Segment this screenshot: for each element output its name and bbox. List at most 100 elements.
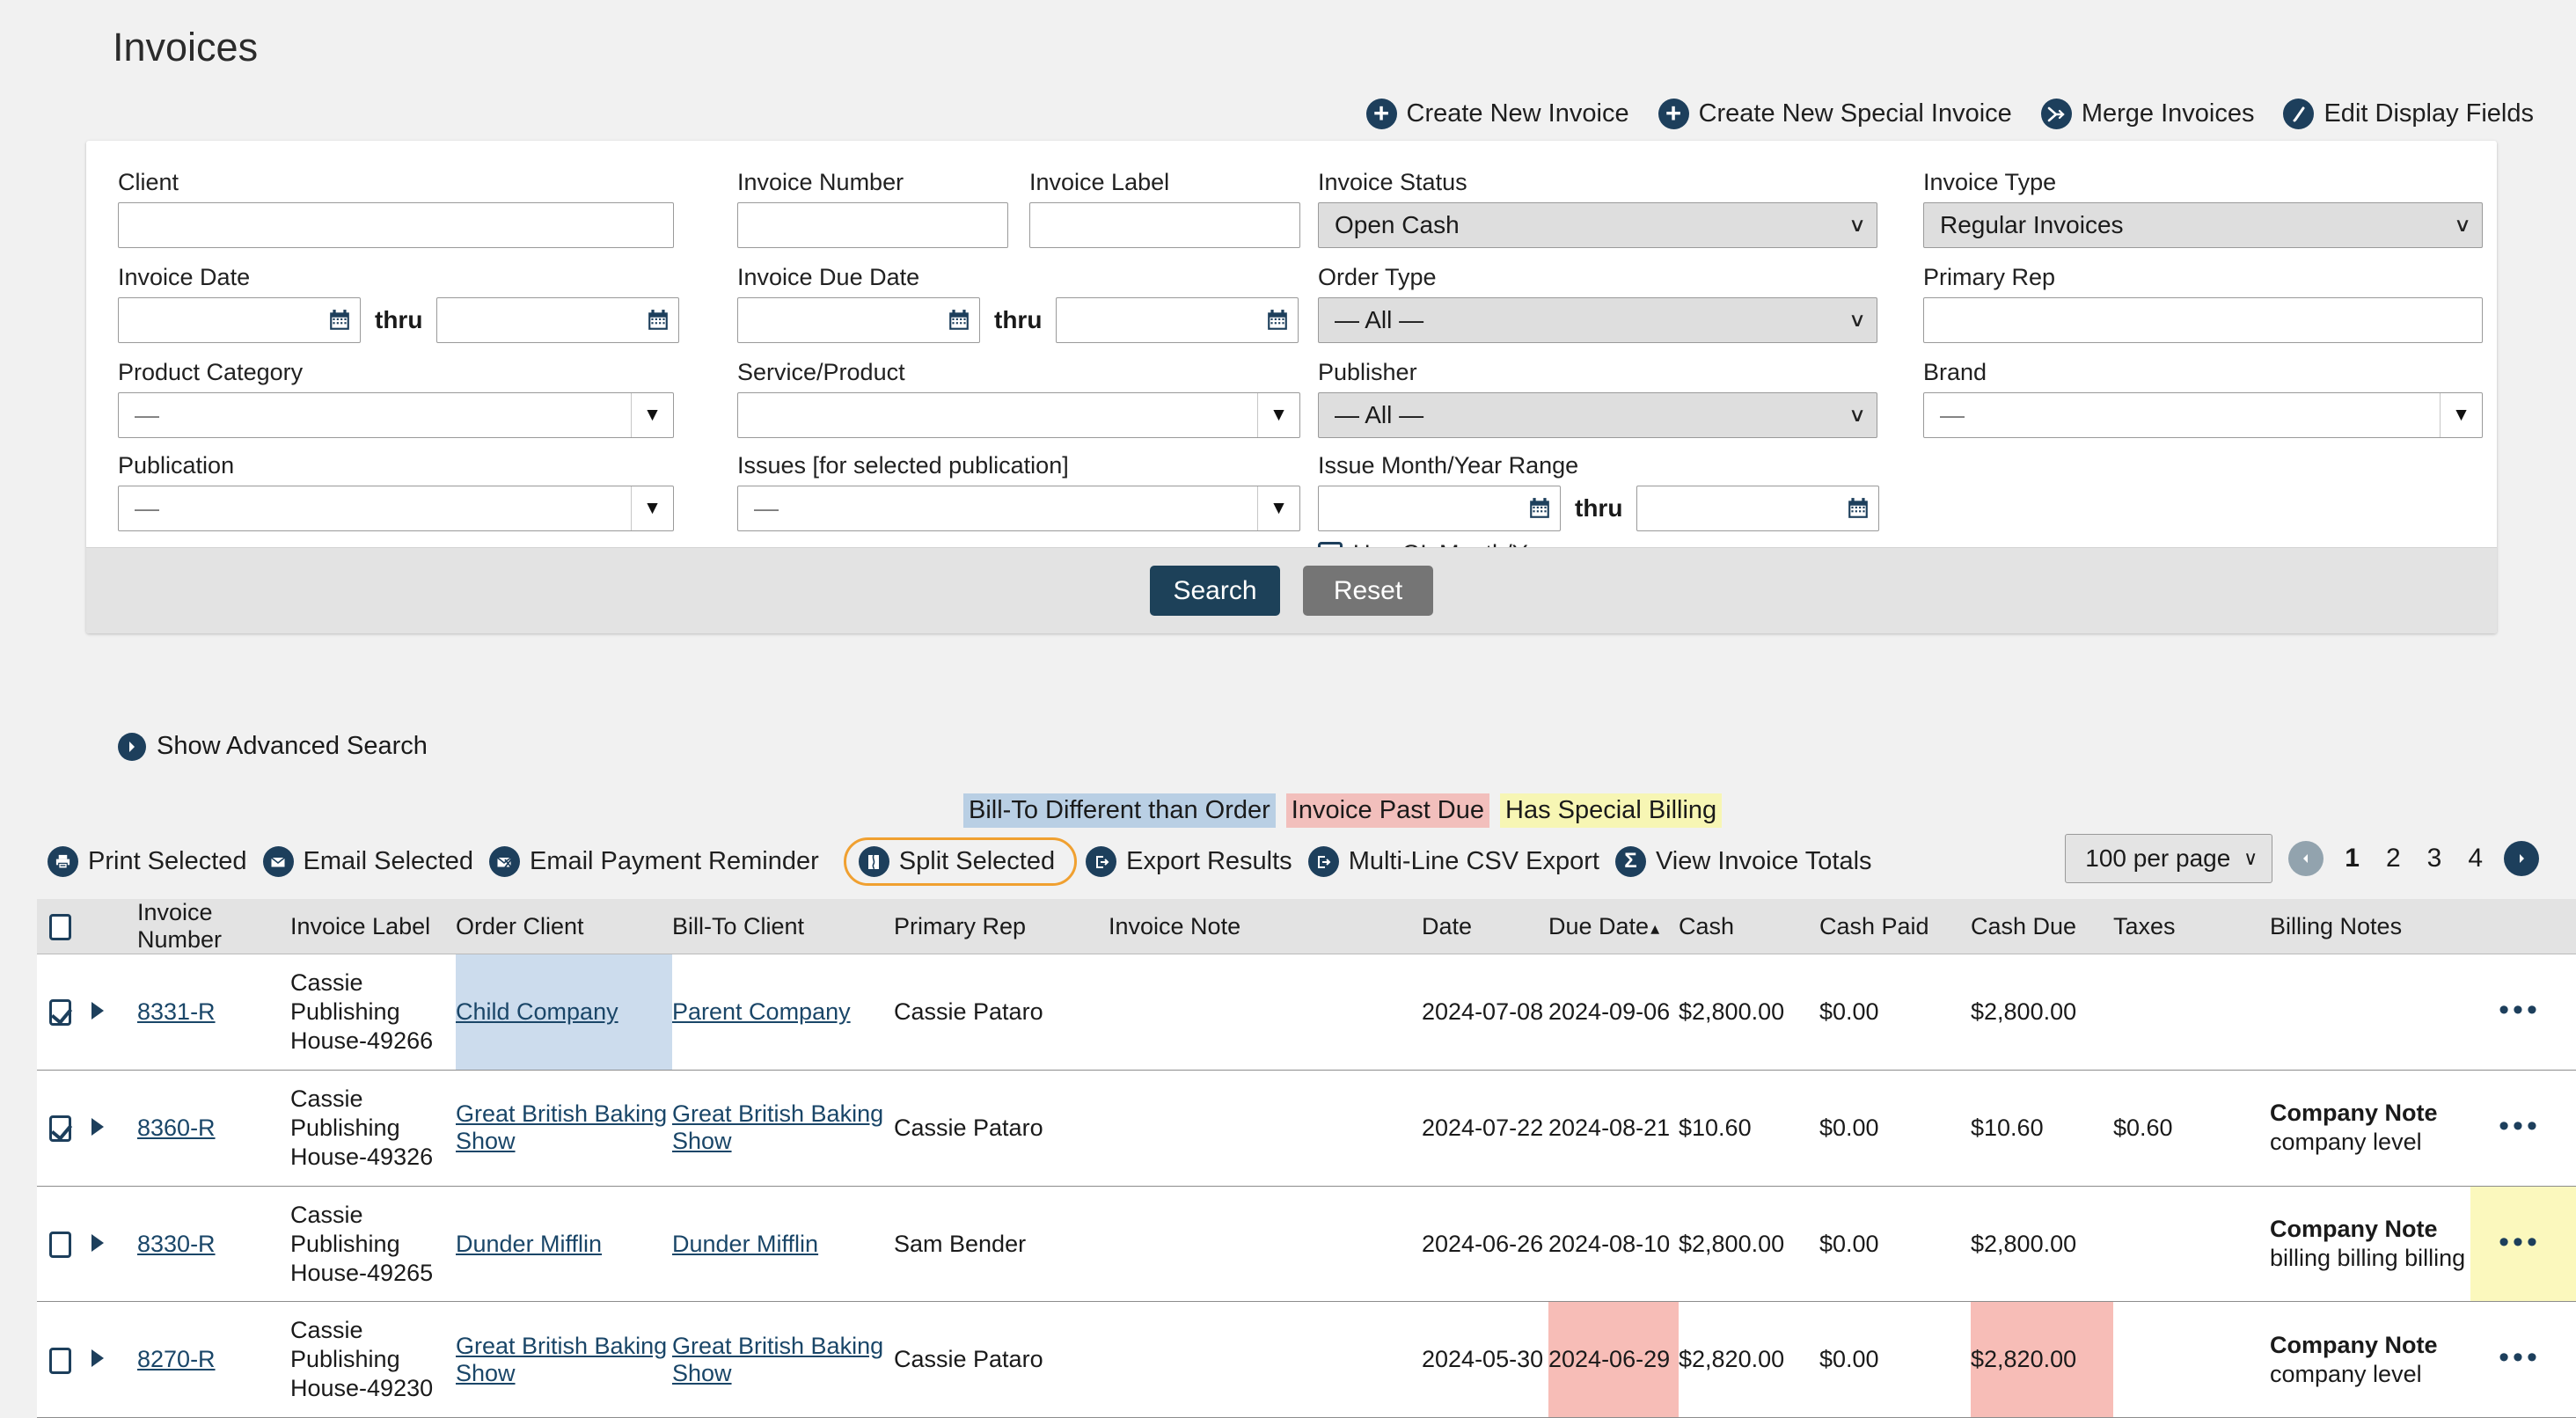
invoice-number-link[interactable]: 8330-R bbox=[137, 1231, 216, 1257]
merge-invoices-button[interactable]: Merge Invoices bbox=[2041, 99, 2255, 129]
caret-down-icon[interactable]: ▼ bbox=[631, 393, 673, 437]
cell-billing-notes: Company Note company level bbox=[2270, 1302, 2470, 1418]
view-invoice-totals-button[interactable]: Σ View Invoice Totals bbox=[1615, 846, 1888, 877]
caret-down-icon[interactable]: ▼ bbox=[1257, 393, 1299, 437]
col-billing-notes[interactable]: Billing Notes bbox=[2270, 899, 2470, 954]
issues-picker[interactable]: — ▼ bbox=[737, 486, 1300, 531]
row-menu-icon[interactable]: ••• bbox=[2499, 1225, 2541, 1259]
bill-to-client-link[interactable]: Dunder Mifflin bbox=[672, 1231, 818, 1257]
primary-rep-label: Primary Rep bbox=[1923, 264, 2483, 291]
col-order-client[interactable]: Order Client bbox=[456, 899, 672, 954]
invoice-number-input[interactable] bbox=[737, 202, 1008, 248]
bill-to-client-link[interactable]: Great British Baking Show bbox=[672, 1333, 883, 1386]
expand-triangle-icon[interactable] bbox=[91, 1118, 104, 1136]
primary-rep-input[interactable] bbox=[1923, 297, 2483, 343]
col-taxes[interactable]: Taxes bbox=[2113, 899, 2270, 954]
pagination-page-1[interactable]: 1 bbox=[2339, 844, 2365, 873]
cell-order-client: Great British Baking Show bbox=[456, 1302, 672, 1418]
product-category-picker[interactable]: — ▼ bbox=[118, 392, 674, 438]
expand-triangle-icon[interactable] bbox=[91, 1234, 104, 1252]
email-selected-button[interactable]: Email Selected bbox=[263, 846, 489, 877]
export-results-button[interactable]: Export Results bbox=[1086, 846, 1308, 877]
table-row: 8330-R Cassie Publishing House-49265 Dun… bbox=[37, 1186, 2576, 1302]
invoice-number-link[interactable]: 8360-R bbox=[137, 1115, 216, 1141]
invoice-status-select[interactable]: Open Cash ∨ bbox=[1318, 202, 1877, 248]
col-invoice-label[interactable]: Invoice Label bbox=[290, 899, 456, 954]
pagination-page-3[interactable]: 3 bbox=[2422, 844, 2448, 873]
sigma-icon: Σ bbox=[1615, 846, 1646, 877]
row-menu-icon[interactable]: ••• bbox=[2499, 993, 2541, 1027]
show-advanced-search-toggle[interactable]: Show Advanced Search bbox=[118, 732, 428, 761]
invoice-date-to-input[interactable] bbox=[436, 297, 679, 343]
row-select-checkbox[interactable] bbox=[49, 999, 71, 1026]
expand-triangle-icon[interactable] bbox=[91, 1349, 104, 1367]
invoice-number-link[interactable]: 8270-R bbox=[137, 1346, 216, 1372]
col-primary-rep[interactable]: Primary Rep bbox=[894, 899, 1109, 954]
pagination-prev-button[interactable] bbox=[2288, 841, 2324, 876]
invoice-label-input[interactable] bbox=[1029, 202, 1300, 248]
issue-month-year-to-input[interactable] bbox=[1636, 486, 1879, 531]
invoice-date-from-input[interactable] bbox=[118, 297, 361, 343]
service-product-picker[interactable]: ▼ bbox=[737, 392, 1300, 438]
per-page-select[interactable]: 100 per page ∨ bbox=[2065, 834, 2272, 883]
chevron-right-circle-icon bbox=[118, 733, 146, 761]
cell-invoice-number: 8360-R bbox=[137, 1070, 290, 1186]
email-payment-reminder-button[interactable]: Email Payment Reminder bbox=[489, 846, 835, 877]
publication-picker[interactable]: — ▼ bbox=[118, 486, 674, 531]
col-date[interactable]: Date bbox=[1422, 899, 1548, 954]
envelope-icon bbox=[263, 846, 294, 877]
client-label: Client bbox=[118, 169, 674, 196]
search-button[interactable]: Search bbox=[1150, 566, 1280, 616]
col-invoice-note[interactable]: Invoice Note bbox=[1109, 899, 1422, 954]
cell-due-date: 2024-09-06 bbox=[1548, 954, 1679, 1071]
col-cash-paid[interactable]: Cash Paid bbox=[1819, 899, 1971, 954]
col-due-date[interactable]: Due Date bbox=[1548, 899, 1679, 954]
edit-display-fields-button[interactable]: Edit Display Fields bbox=[2283, 99, 2534, 129]
select-all-checkbox[interactable] bbox=[49, 914, 71, 940]
order-client-link[interactable]: Great British Baking Show bbox=[456, 1333, 667, 1386]
chevron-down-icon: ∨ bbox=[1848, 309, 1866, 332]
col-cash[interactable]: Cash bbox=[1679, 899, 1819, 954]
invoice-due-date-to-input[interactable] bbox=[1056, 297, 1299, 343]
pagination-page-2[interactable]: 2 bbox=[2381, 844, 2406, 873]
order-client-link[interactable]: Dunder Mifflin bbox=[456, 1231, 602, 1257]
caret-down-icon[interactable]: ▼ bbox=[2440, 393, 2482, 437]
pagination: 100 per page ∨ 1 2 3 4 bbox=[2065, 834, 2539, 883]
order-type-select[interactable]: — All — ∨ bbox=[1318, 297, 1877, 343]
pagination-page-4[interactable]: 4 bbox=[2463, 844, 2488, 873]
reset-button[interactable]: Reset bbox=[1303, 566, 1433, 616]
row-select-checkbox[interactable] bbox=[49, 1115, 71, 1142]
merge-invoices-label: Merge Invoices bbox=[2082, 99, 2255, 128]
row-select-checkbox[interactable] bbox=[49, 1348, 71, 1374]
order-client-link[interactable]: Great British Baking Show bbox=[456, 1100, 667, 1154]
multi-line-csv-export-button[interactable]: Multi-Line CSV Export bbox=[1308, 846, 1615, 877]
col-bill-to-client[interactable]: Bill-To Client bbox=[672, 899, 894, 954]
bill-to-client-link[interactable]: Great British Baking Show bbox=[672, 1100, 883, 1154]
invoice-due-date-from-input[interactable] bbox=[737, 297, 980, 343]
col-cash-due[interactable]: Cash Due bbox=[1971, 899, 2113, 954]
pagination-next-button[interactable] bbox=[2504, 841, 2539, 876]
cell-invoice-note bbox=[1109, 1186, 1422, 1302]
brand-picker[interactable]: — ▼ bbox=[1923, 392, 2483, 438]
invoice-date-label: Invoice Date bbox=[118, 264, 734, 291]
issue-month-year-from-input[interactable] bbox=[1318, 486, 1561, 531]
order-type-field: Order Type — All — ∨ bbox=[1318, 264, 1877, 343]
publisher-select[interactable]: — All — ∨ bbox=[1318, 392, 1877, 438]
print-selected-button[interactable]: Print Selected bbox=[42, 846, 263, 877]
row-menu-icon[interactable]: ••• bbox=[2499, 1341, 2541, 1374]
caret-down-icon[interactable]: ▼ bbox=[631, 486, 673, 530]
col-invoice-number[interactable]: Invoice Number bbox=[137, 899, 290, 954]
row-select-checkbox[interactable] bbox=[49, 1232, 71, 1258]
order-client-link[interactable]: Child Company bbox=[456, 998, 618, 1025]
create-new-special-invoice-button[interactable]: Create New Special Invoice bbox=[1658, 99, 2012, 129]
create-new-invoice-button[interactable]: Create New Invoice bbox=[1366, 99, 1629, 129]
expand-triangle-icon[interactable] bbox=[91, 1002, 104, 1020]
row-menu-icon[interactable]: ••• bbox=[2499, 1109, 2541, 1143]
bill-to-client-link[interactable]: Parent Company bbox=[672, 998, 851, 1025]
client-input[interactable] bbox=[118, 202, 674, 248]
invoice-number-link[interactable]: 8331-R bbox=[137, 998, 216, 1025]
invoice-type-select[interactable]: Regular Invoices ∨ bbox=[1923, 202, 2483, 248]
caret-down-icon[interactable]: ▼ bbox=[1257, 486, 1299, 530]
split-selected-button[interactable]: Split Selected bbox=[844, 837, 1077, 886]
invoice-label-label: Invoice Label bbox=[1029, 169, 1300, 196]
